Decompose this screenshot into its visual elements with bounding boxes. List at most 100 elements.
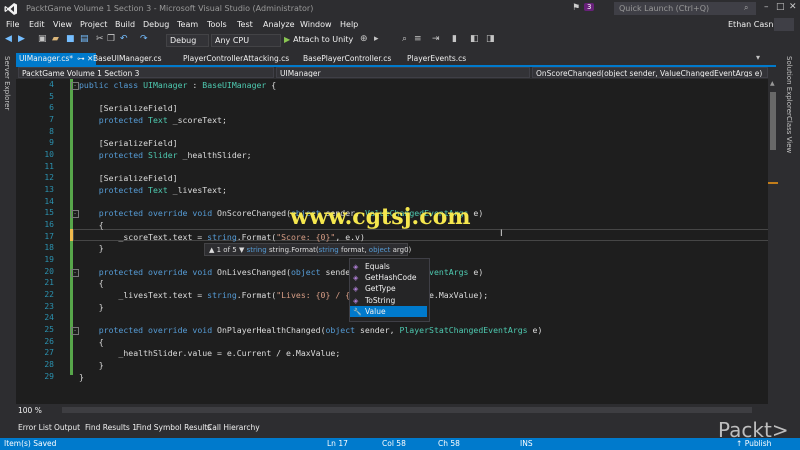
tab-output[interactable]: Output <box>54 423 80 432</box>
line-number: 29 <box>44 372 54 381</box>
menu-tools[interactable]: Tools <box>207 20 227 29</box>
split-view-icon[interactable]: ▲ <box>770 80 775 87</box>
line-number: 18 <box>44 243 54 252</box>
intellisense-item-selected[interactable]: 🔧 Value <box>350 306 427 317</box>
new-project-icon[interactable]: ▣ <box>38 34 47 44</box>
scrollbar-thumb[interactable] <box>770 92 776 150</box>
minimize-button[interactable]: – <box>764 2 769 12</box>
line-number: 12 <box>44 173 54 182</box>
save-icon[interactable]: ■ <box>66 34 75 44</box>
indent-icon[interactable]: ⇥ <box>432 34 440 44</box>
feedback-flag-icon[interactable]: ⚑ <box>572 3 580 13</box>
redo-icon[interactable]: ↷ <box>140 34 148 44</box>
line-number: 22 <box>44 290 54 299</box>
quick-launch-input[interactable]: Quick Launch (Ctrl+Q) <box>614 2 756 15</box>
intellisense-item[interactable]: ◈ ToString <box>350 295 427 306</box>
code-line: } <box>79 372 84 382</box>
pin-icon[interactable]: ⊶ <box>77 54 85 63</box>
solution-explorer-tab[interactable]: Solution Explorer <box>785 56 793 116</box>
class-view-tab[interactable]: Class View <box>785 116 793 153</box>
tab-uimanager[interactable]: UIManager.cs* ⊶ ✕ <box>16 53 97 65</box>
menu-project[interactable]: Project <box>80 20 107 29</box>
bookmark-icon[interactable]: ▮ <box>452 34 457 44</box>
menu-edit[interactable]: Edit <box>29 20 45 29</box>
tab-find-results[interactable]: Find Results 1 <box>85 423 137 432</box>
line-number: 5 <box>49 92 54 101</box>
copy-icon[interactable]: ❐ <box>107 34 115 44</box>
back-icon[interactable]: ◀ <box>5 34 12 44</box>
publish-button[interactable]: ↑ Publish <box>736 439 771 448</box>
tab-baseplayercontroller[interactable]: BasePlayerController.cs <box>300 53 394 65</box>
menu-test[interactable]: Test <box>237 20 253 29</box>
class-dropdown[interactable]: UIManager <box>276 67 530 78</box>
line-number: 21 <box>44 278 54 287</box>
fold-toggle-icon[interactable]: - <box>71 327 79 335</box>
return-type: string <box>246 246 267 254</box>
attach-to-unity-button[interactable]: ▶ Attach to Unity <box>284 35 353 44</box>
bookmark-next-icon[interactable]: ◨ <box>486 34 495 44</box>
search-icon: ⌕ <box>744 3 749 12</box>
property-wrench-icon: 🔧 <box>353 307 362 316</box>
tab-baseuimanager[interactable]: BaseUIManager.cs <box>90 53 165 65</box>
menu-help[interactable]: Help <box>340 20 358 29</box>
bookmark-prev-icon[interactable]: ◧ <box>470 34 479 44</box>
close-button[interactable]: ✕ <box>789 2 797 12</box>
zoom-level-select[interactable]: 100 % <box>18 406 42 415</box>
project-dropdown[interactable]: PacktGame Volume 1 Section 3 <box>18 67 274 78</box>
code-line: } <box>79 243 104 253</box>
intellisense-label: Equals <box>365 262 390 271</box>
arrow-up-icon[interactable]: ▲ <box>209 246 214 254</box>
line-number: 14 <box>44 197 54 206</box>
horizontal-scrollbar[interactable] <box>62 407 752 413</box>
intellisense-item[interactable]: ◈ GetHashCode <box>350 272 427 283</box>
menu-debug[interactable]: Debug <box>143 20 169 29</box>
param1-name: format, <box>338 246 369 254</box>
intellisense-item[interactable]: ◈ GetType <box>350 283 427 294</box>
code-line: _healthSlider.value = e.Current / e.MaxV… <box>79 348 341 358</box>
intellisense-label: ToString <box>365 296 396 305</box>
menu-analyze[interactable]: Analyze <box>263 20 295 29</box>
parameter-info-tooltip[interactable]: ▲ 1 of 5 ▼ string string.Format(string f… <box>204 243 411 256</box>
arrow-down-icon[interactable]: ▼ <box>239 246 244 254</box>
target-icon[interactable]: ⊕ <box>360 34 368 44</box>
tab-find-symbol-results[interactable]: Find Symbol Results <box>136 423 211 432</box>
avatar[interactable] <box>774 18 794 31</box>
menu-view[interactable]: View <box>53 20 72 29</box>
status-char: Ch 58 <box>438 439 460 448</box>
line-number: 19 <box>44 255 54 264</box>
fold-toggle-icon[interactable]: - <box>71 82 79 90</box>
notification-badge[interactable]: 3 <box>584 3 595 11</box>
tab-label: UIManager.cs* <box>19 54 74 63</box>
configuration-select[interactable]: Debug <box>166 34 209 47</box>
tab-call-hierarchy[interactable]: Call Hierarchy <box>207 423 260 432</box>
fold-toggle-icon[interactable]: - <box>71 269 79 277</box>
maximize-button[interactable]: □ <box>776 2 785 12</box>
comment-icon[interactable]: ≡ <box>414 34 422 44</box>
tab-overflow-icon[interactable]: ▾ <box>756 53 760 62</box>
intellisense-item[interactable]: ◈ Equals <box>350 261 427 272</box>
find-icon[interactable]: ⌕ <box>402 34 407 44</box>
platform-select[interactable]: Any CPU <box>211 34 281 47</box>
cut-icon[interactable]: ✂ <box>96 34 104 44</box>
intellisense-label: GetType <box>365 284 396 293</box>
menu-build[interactable]: Build <box>115 20 135 29</box>
method-icon: ◈ <box>353 262 359 271</box>
tab-error-list[interactable]: Error List <box>18 423 52 432</box>
open-folder-icon[interactable]: ▰ <box>52 34 59 44</box>
code-line: { <box>79 220 104 230</box>
line-number: 9 <box>49 138 54 147</box>
menu-file[interactable]: File <box>6 20 19 29</box>
menu-window[interactable]: Window <box>300 20 332 29</box>
line-number: 24 <box>44 313 54 322</box>
step-icon[interactable]: ▸ <box>374 34 379 44</box>
menu-team[interactable]: Team <box>177 20 198 29</box>
member-dropdown[interactable]: OnScoreChanged(object sender, ValueChang… <box>532 67 768 78</box>
forward-icon[interactable]: ▶ <box>18 34 25 44</box>
fold-toggle-icon[interactable]: - <box>71 210 79 218</box>
param1-type: string <box>318 246 339 254</box>
undo-icon[interactable]: ↶ <box>120 34 128 44</box>
server-explorer-tab[interactable]: Server Explorer <box>3 56 11 110</box>
save-all-icon[interactable]: ▤ <box>80 34 89 44</box>
tab-playercontrollerattacking[interactable]: PlayerControllerAttacking.cs <box>180 53 292 65</box>
tab-playerevents[interactable]: PlayerEvents.cs <box>404 53 469 65</box>
